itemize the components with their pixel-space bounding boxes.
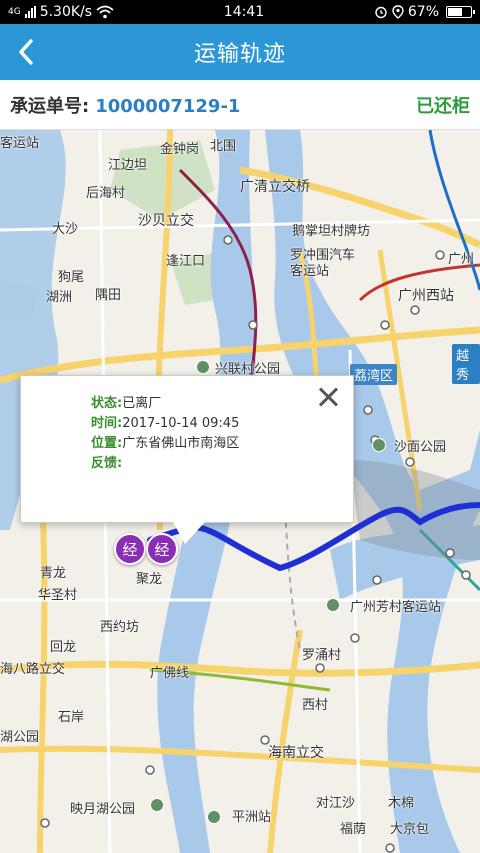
map-place-label: 石岸 — [58, 710, 85, 725]
map-place-label: 沙贝立交 — [138, 213, 194, 229]
wifi-icon — [96, 5, 114, 19]
signal-icon — [24, 6, 36, 18]
map-place-label: 逢江口 — [166, 254, 206, 269]
popup-location-row: 位置:广东省佛山市南海区 — [91, 434, 239, 454]
map-place-label: 狗尾 — [58, 270, 85, 285]
map-place-label: 广佛线 — [150, 666, 190, 681]
map-place-label: 广州 — [448, 252, 475, 267]
battery-percent: 67% — [407, 4, 439, 20]
map-place-label: 客运站 — [290, 264, 330, 279]
map-place-label: 青龙 — [40, 566, 67, 581]
network-speed: 5.30K/s — [39, 4, 93, 20]
map-place-label: 客运站 — [0, 136, 40, 151]
feedback-label: 反馈: — [91, 456, 123, 471]
map-place-label: 回龙 — [50, 640, 77, 655]
network-label: 4G — [8, 7, 21, 17]
waypoint-marker[interactable]: 经 — [114, 533, 146, 565]
map-place-label: 湖公园 — [0, 730, 40, 745]
alarm-icon — [375, 6, 387, 19]
status-bar: 4G 5.30K/s 14:41 67% — [0, 0, 480, 24]
map-place-label: 木棉 — [388, 796, 415, 811]
clock: 14:41 — [223, 4, 265, 20]
app-header: 运输轨迹 — [0, 24, 480, 80]
map-place-label: 隅田 — [95, 288, 122, 303]
park-icon — [196, 360, 210, 374]
map-place-label: 广州西站 — [398, 288, 454, 304]
location-icon — [392, 5, 404, 19]
status-label: 状态: — [91, 396, 123, 411]
order-status: 已还柜 — [416, 95, 470, 117]
map-place-label: 西约坊 — [100, 620, 140, 635]
map-view[interactable]: 客运站 金钟岗 北围 江边坦 后海村 广清立交桥 大沙 沙贝立交 鹅掌坦村牌坊 … — [0, 130, 480, 853]
district-label: 荔湾区 — [350, 364, 398, 385]
park-icon — [326, 598, 340, 612]
order-number-label: 承运单号: — [10, 95, 90, 117]
map-place-label: 对江沙 — [316, 796, 356, 811]
location-value: 广东省佛山市南海区 — [122, 436, 240, 451]
map-place-label: 沙面公园 — [394, 440, 447, 455]
time-label: 时间: — [91, 416, 123, 431]
map-place-label: 湖洲 — [46, 290, 73, 305]
location-label: 位置: — [91, 436, 123, 451]
map-place-label: 平洲站 — [232, 810, 272, 825]
status-value: 已离厂 — [122, 396, 162, 411]
map-place-label: 海南立交 — [268, 745, 324, 761]
map-place-label: 海八路立交 — [0, 662, 66, 677]
map-place-label: 罗涌村 — [302, 648, 342, 663]
popup-time-row: 时间:2017-10-14 09:45 — [91, 414, 239, 434]
map-place-label: 映月湖公园 — [70, 802, 136, 817]
popup-details: 状态:已离厂 时间:2017-10-14 09:45 位置:广东省佛山市南海区 … — [91, 394, 239, 474]
close-icon[interactable] — [315, 384, 341, 410]
map-place-label: 江边坦 — [108, 158, 148, 173]
page-title: 运输轨迹 — [193, 42, 286, 67]
order-number: 1000007129-1 — [95, 95, 241, 117]
popup-status-row: 状态:已离厂 — [91, 394, 239, 414]
map-place-label: 大京包 — [390, 822, 430, 837]
map-place-label: 华圣村 — [38, 588, 78, 603]
park-icon — [207, 810, 221, 824]
map-place-label: 北围 — [210, 139, 237, 154]
map-place-label: 后海村 — [86, 186, 126, 201]
map-place-label: 广州芳村客运站 — [350, 600, 442, 615]
back-button[interactable] — [6, 32, 46, 72]
chevron-left-icon — [19, 39, 33, 65]
popup-feedback-row: 反馈: — [91, 454, 239, 474]
time-value: 2017-10-14 09:45 — [122, 416, 240, 431]
battery-icon — [446, 6, 475, 18]
map-place-label: 大沙 — [52, 222, 79, 237]
district-label: 越秀 — [452, 344, 480, 384]
order-info-bar: 承运单号: 1000007129-1 已还柜 — [0, 80, 480, 130]
info-popup: 状态:已离厂 时间:2017-10-14 09:45 位置:广东省佛山市南海区 … — [20, 375, 354, 544]
map-place-label: 聚龙 — [136, 572, 163, 587]
map-place-label: 广清立交桥 — [240, 179, 310, 195]
map-place-label: 福荫 — [340, 822, 367, 837]
park-icon — [372, 438, 386, 452]
map-place-label: 鹅掌坦村牌坊 — [292, 224, 371, 239]
map-place-label: 西村 — [302, 698, 329, 713]
map-place-label: 金钟岗 — [160, 142, 200, 157]
park-icon — [150, 798, 164, 812]
